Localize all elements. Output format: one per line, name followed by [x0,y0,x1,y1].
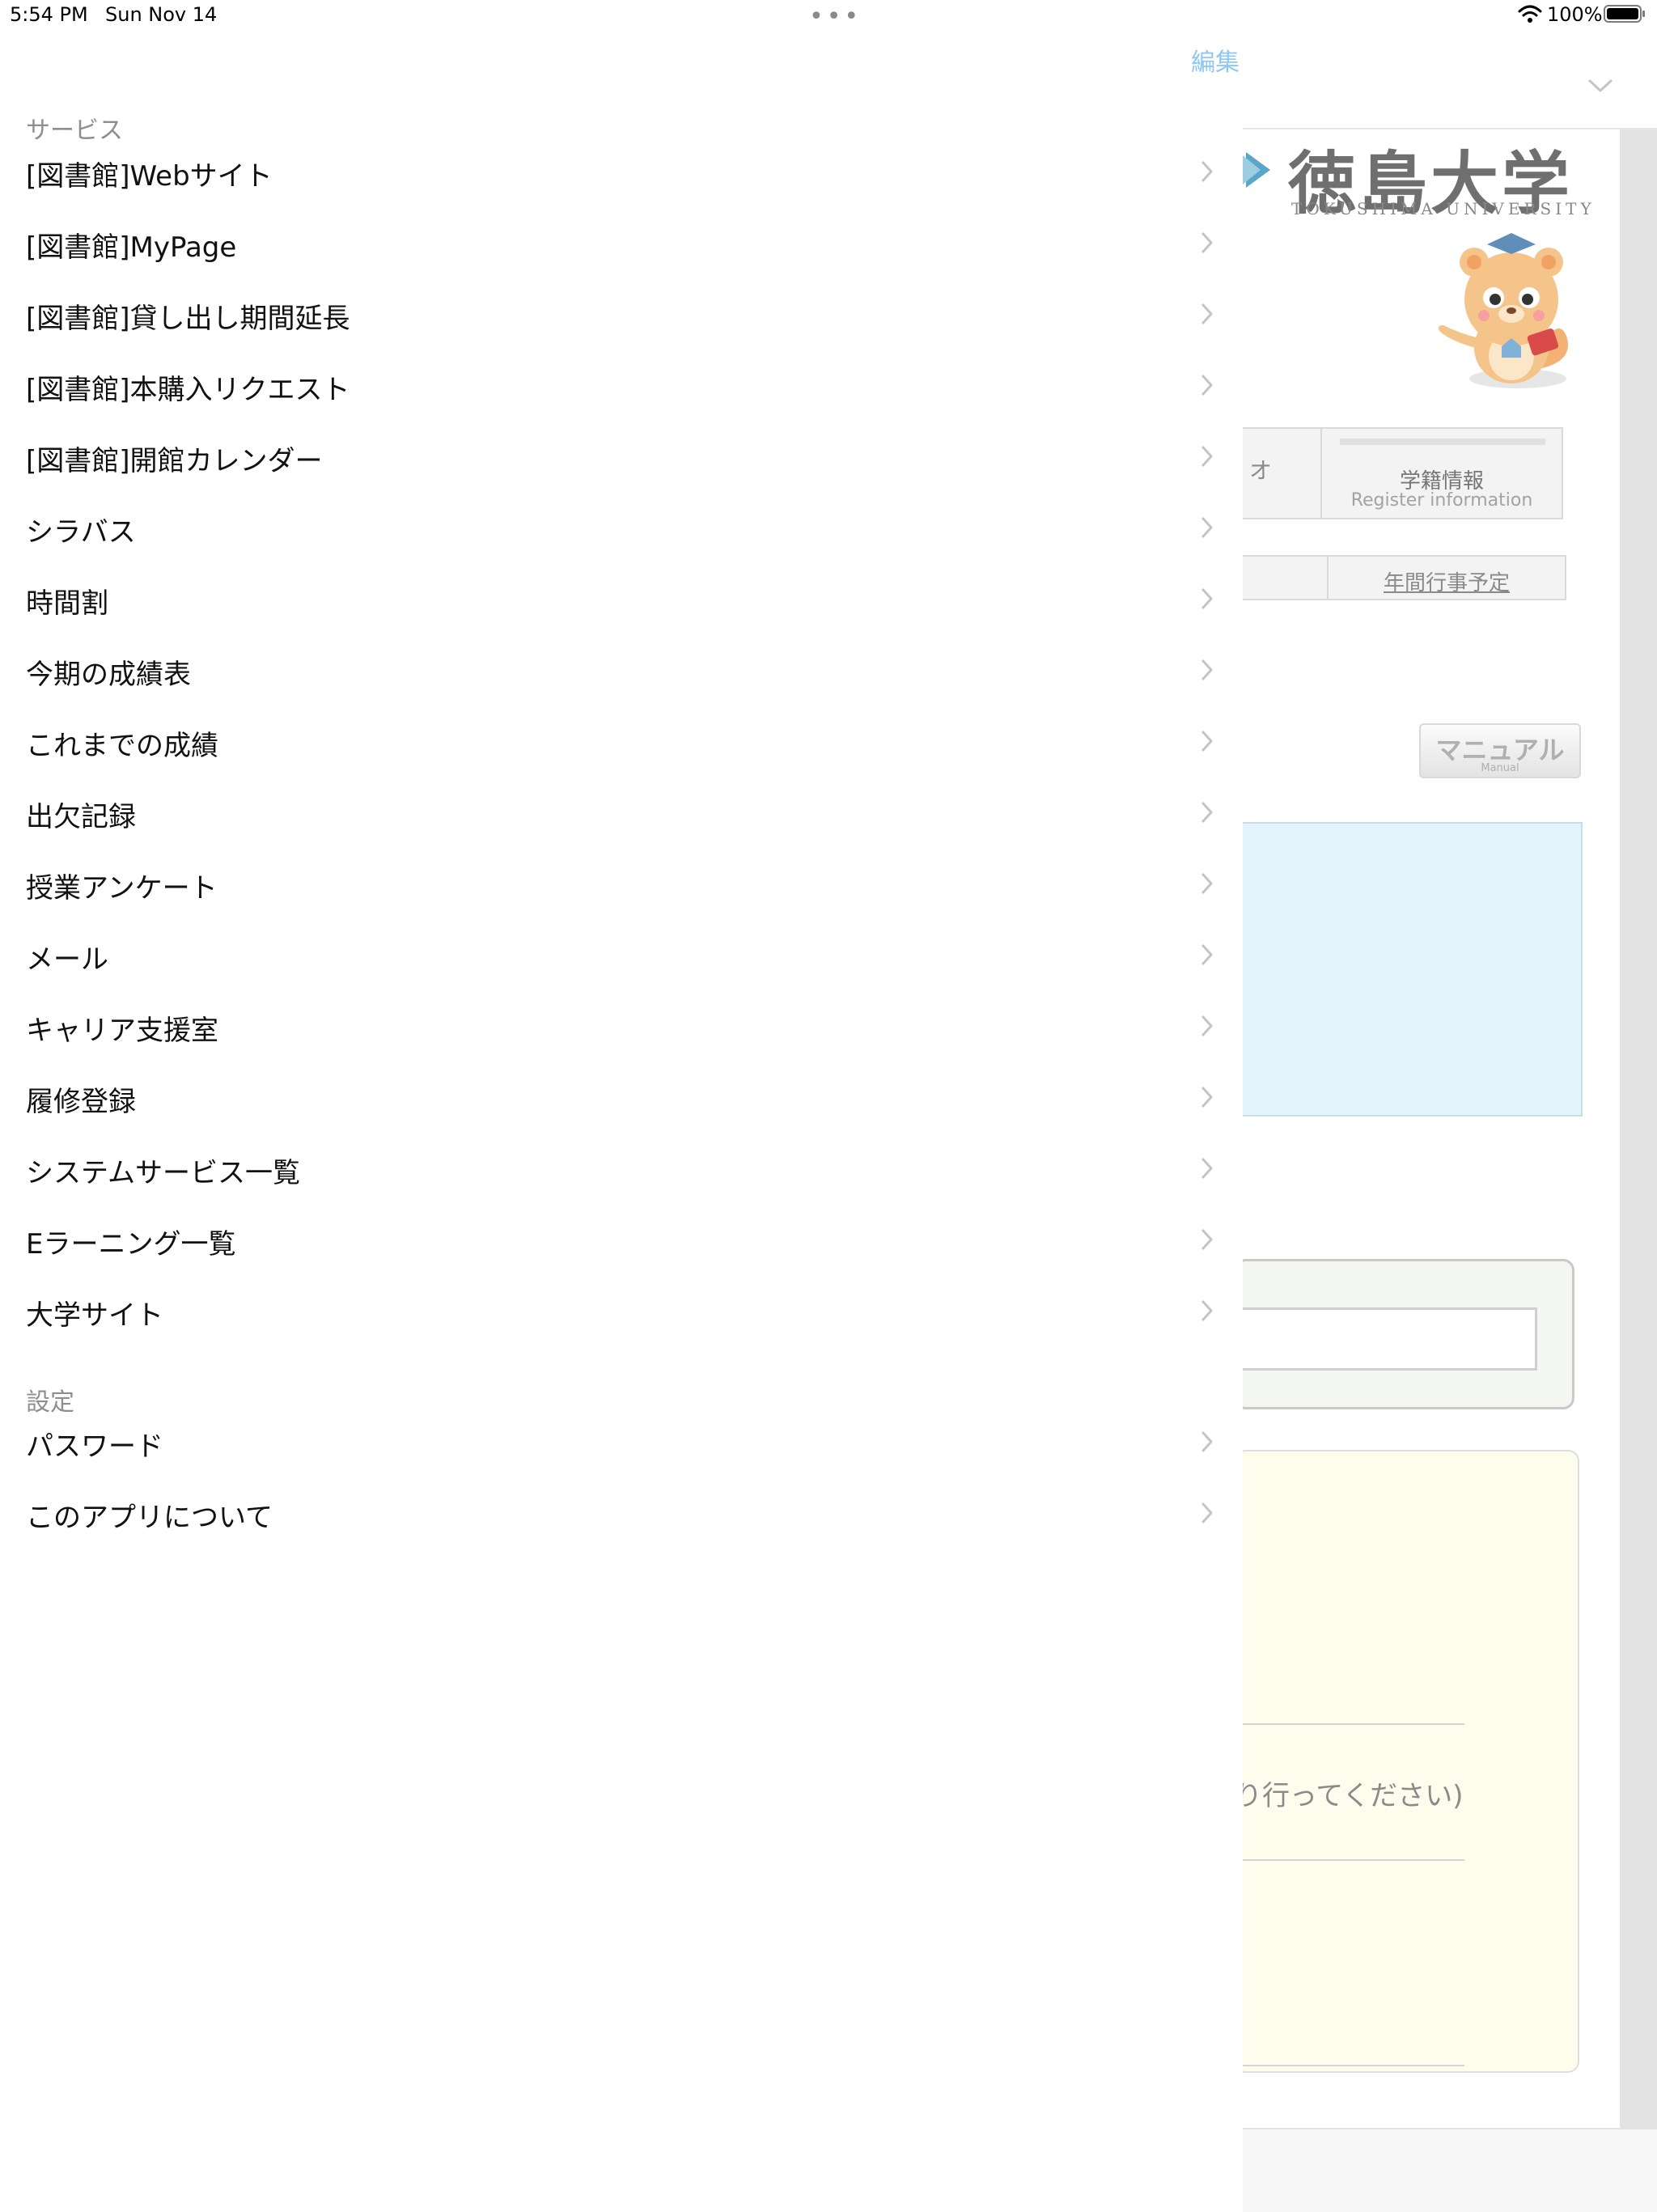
menu-item-label: 出欠記録 [26,801,136,833]
menu-item-elearning[interactable]: Eラーニング一覧 [0,1212,1243,1283]
chevron-right-icon [1201,659,1213,680]
menu-item-label: メール [26,943,108,976]
menu-item-past-grades[interactable]: これまでの成績 [0,714,1243,785]
chevron-right-icon [1201,802,1213,823]
info-box [1243,822,1583,1117]
menu-item-library-book-request[interactable]: [図書館]本購入リクエスト [0,358,1243,429]
portfolio-button-label: オ [1249,457,1273,484]
menu-item-library-mypage[interactable]: [図書館]MyPage [0,215,1243,286]
chevron-right-icon [1201,731,1213,752]
menu-item-class-survey[interactable]: 授業アンケート [0,856,1243,927]
menu-item-career-support[interactable]: キャリア支援室 [0,998,1243,1070]
menu-item-library-calendar[interactable]: [図書館]開館カレンダー [0,429,1243,500]
menu-item-label: キャリア支援室 [26,1015,218,1047]
menu-item-label: [図書館]Webサイト [26,160,273,193]
menu-item-label: Eラーニング一覧 [26,1228,236,1261]
section-header-services: サービス [26,117,123,145]
menu-item-label: [図書館]開館カレンダー [26,445,323,477]
university-webview[interactable]: 徳島大学 TOKUSHIMA UNIVERSITY オ 学籍情報 Registe… [1243,129,1620,2128]
menu-item-label: [図書館]貸し出し期間延長 [26,303,350,335]
menu-item-system-services[interactable]: システムサービス一覧 [0,1141,1243,1212]
mascot-image [1438,233,1568,388]
manual-button[interactable]: マニュアル Manual [1419,723,1581,778]
chevron-right-icon [1201,1015,1213,1036]
chevron-right-icon [1201,232,1213,253]
menu-item-mail[interactable]: メール [0,927,1243,998]
multitasking-dots-icon[interactable]: ••• [809,5,862,29]
edit-button[interactable]: 編集 [1191,42,1240,78]
menu-item-label: [図書館]MyPage [26,231,237,264]
menu-item-password[interactable]: パスワード [0,1414,1243,1485]
status-bar: 5:54 PM Sun Nov 14 ••• 100% [0,0,1657,32]
menu-item-label: 時間割 [26,587,108,620]
webview-scroll-gutter [1620,129,1657,2128]
battery-icon [1604,5,1645,23]
register-button-label-en: Register information [1350,490,1533,511]
menu-item-label: 履修登録 [26,1086,136,1118]
menu-item-library-loan-extension[interactable]: [図書館]貸し出し期間延長 [0,286,1243,358]
notice-box [1243,1450,1579,2073]
menu-item-about-app[interactable]: このアプリについて [0,1485,1243,1557]
register-information-button[interactable]: 学籍情報 Register information [1320,427,1563,519]
webview-footer [1243,2128,1657,2212]
menu-item-label: パスワード [26,1430,163,1463]
menu-item-syllabus[interactable]: シラバス [0,500,1243,571]
register-button-bar [1340,439,1545,445]
notice-text: り行ってください) [1243,1780,1464,1812]
menu-item-label: 授業アンケート [26,872,218,905]
chevron-right-icon [1201,944,1213,965]
menu-item-label: [図書館]本購入リクエスト [26,374,350,406]
chevron-right-icon [1201,1300,1213,1321]
menu-item-library-website[interactable]: [図書館]Webサイト [0,144,1243,215]
menu-item-attendance[interactable]: 出欠記録 [0,785,1243,856]
menu-item-label: システムサービス一覧 [26,1157,300,1189]
chevron-right-icon [1201,588,1213,609]
chevron-right-icon [1201,1502,1213,1523]
menu-item-label: これまでの成績 [26,730,218,762]
manual-button-label-en: Manual [1481,762,1519,774]
annual-schedule-link[interactable]: 年間行事予定 [1327,555,1566,600]
notice-divider [1243,1723,1464,1725]
annual-schedule-label: 年間行事予定 [1383,571,1510,595]
notice-divider [1243,2065,1464,2066]
wifi-icon [1518,5,1542,23]
chevron-down-icon[interactable] [1587,78,1613,94]
university-logo-mark-icon [1243,152,1270,188]
chevron-right-icon [1201,303,1213,324]
service-menu-panel: サービス [図書館]Webサイト [図書館]MyPage [図書館]貸し出し期間… [0,32,1243,2210]
section-header-settings: 設定 [26,1388,74,1417]
notice-divider [1243,1859,1464,1861]
menu-item-course-registration[interactable]: 履修登録 [0,1070,1243,1141]
menu-item-label: 今期の成績表 [26,659,191,691]
status-time: 5:54 PM [10,3,88,26]
chevron-right-icon [1201,517,1213,538]
chevron-right-icon [1201,1431,1213,1452]
chevron-right-icon [1201,873,1213,894]
status-date: Sun Nov 14 [105,3,218,26]
menu-item-label: 大学サイト [26,1299,163,1332]
login-input-field[interactable] [1243,1307,1537,1371]
menu-item-university-site[interactable]: 大学サイト [0,1283,1243,1354]
chevron-right-icon [1201,1087,1213,1108]
chevron-right-icon [1201,1229,1213,1250]
menu-item-label: このアプリについて [26,1502,273,1534]
chevron-right-icon [1201,1158,1213,1179]
chevron-right-icon [1201,161,1213,182]
chevron-right-icon [1201,446,1213,467]
battery-percent: 100% [1547,3,1603,26]
menu-item-timetable[interactable]: 時間割 [0,571,1243,642]
menu-item-label: シラバス [26,516,136,549]
chevron-right-icon [1201,375,1213,396]
university-name-en: TOKUSHIMA UNIVERSITY [1291,199,1596,218]
menu-item-current-grades[interactable]: 今期の成績表 [0,642,1243,714]
